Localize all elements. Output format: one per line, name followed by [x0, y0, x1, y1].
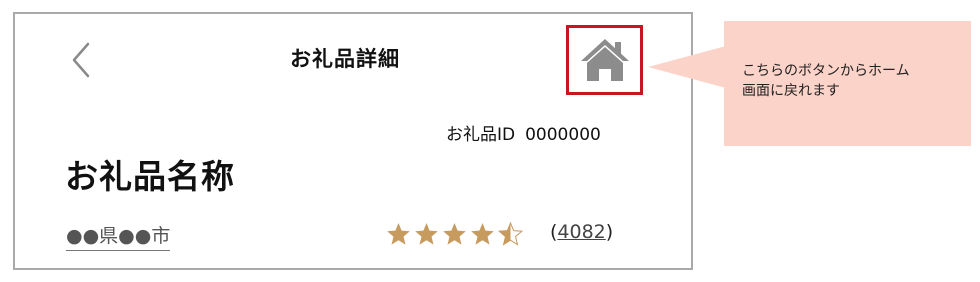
- callout-tooltip: こちらのボタンからホーム 画面に戻れます: [724, 21, 971, 146]
- chevron-left-icon: [72, 42, 90, 78]
- star-rating: [386, 222, 523, 246]
- review-count: (4082): [550, 221, 613, 243]
- gift-id-label: お礼品ID: [446, 125, 516, 145]
- page-title: お礼品詳細: [290, 47, 400, 71]
- star-icon: [498, 222, 523, 246]
- callout-pointer: [648, 46, 726, 88]
- callout-text-line2: 画面に戻れます: [742, 83, 840, 99]
- callout-text-line1: こちらのボタンからホーム: [742, 63, 910, 79]
- star-icon: [415, 223, 438, 245]
- home-button[interactable]: [566, 25, 643, 95]
- star-icon: [443, 223, 466, 245]
- star-icon: [387, 223, 410, 245]
- review-count-link[interactable]: 4082: [557, 221, 605, 243]
- gift-id: お礼品ID 0000000: [446, 120, 601, 145]
- home-icon: [580, 39, 629, 81]
- star-icon: [471, 223, 494, 245]
- review-paren-close: ): [605, 221, 614, 243]
- gift-id-value: 0000000: [525, 125, 601, 145]
- gift-name: お礼品名称: [65, 157, 235, 196]
- location-link[interactable]: ●●県●●市: [66, 221, 171, 251]
- back-button[interactable]: [66, 40, 96, 80]
